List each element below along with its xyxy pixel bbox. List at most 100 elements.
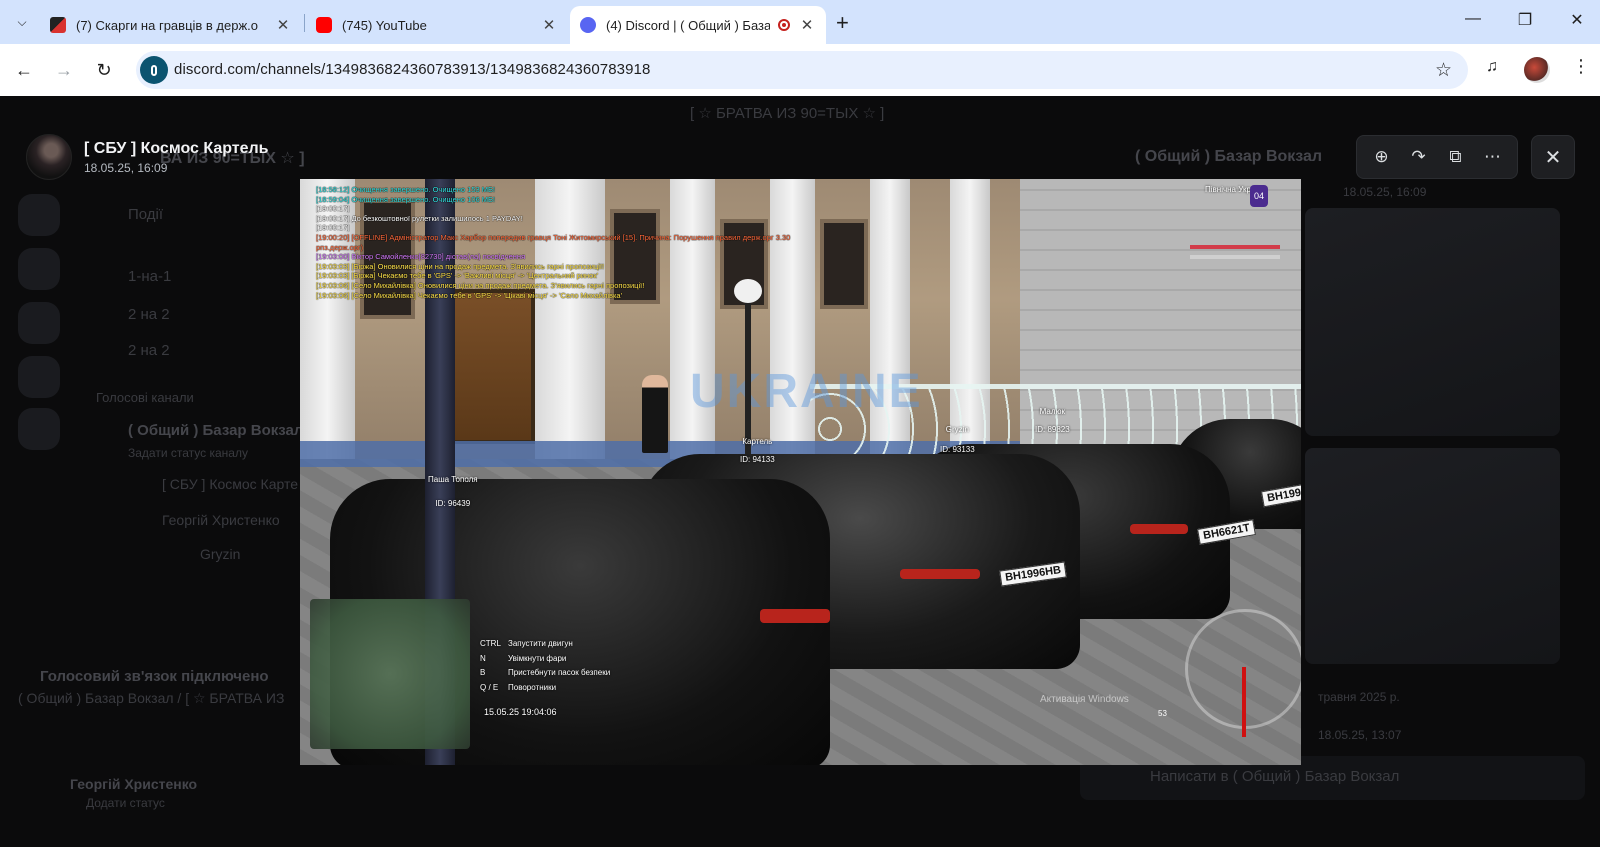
chat-line: [19:03:03] [Біржа] Чекаємо тебе в 'GPS' …	[316, 271, 599, 281]
bookmark-star-icon[interactable]: ☆	[1435, 59, 1452, 82]
channel-item[interactable]: 1-на-1	[128, 268, 171, 285]
player-name: Малюк	[1039, 407, 1066, 416]
site-info-button[interactable]	[140, 56, 168, 84]
scene-taillight	[1130, 524, 1188, 534]
player-id: ID: 93133	[940, 445, 975, 454]
forward-button[interactable]: →	[50, 56, 78, 84]
player-name: Gryzin	[945, 425, 969, 434]
speedometer-needle	[1242, 667, 1246, 737]
player-id: ID: 96439	[435, 499, 471, 508]
recording-icon	[778, 19, 790, 31]
close-window-button[interactable]: ✕	[1557, 10, 1597, 30]
guild-icon[interactable]	[18, 248, 60, 290]
scene-person	[642, 375, 668, 453]
tab-youtube[interactable]: (745) YouTube ✕	[306, 6, 568, 44]
author-avatar[interactable]	[26, 134, 72, 180]
author-timestamp: 18.05.25, 16:09	[84, 160, 168, 175]
chat-line: [19:03:06] [Село Михайлівка] Чекаємо теб…	[316, 290, 623, 300]
player-tag: Gryzin ID: 93133	[940, 425, 975, 455]
lightbox-toolbar: ⊕ ↷ ⧉ ⋯	[1356, 135, 1518, 179]
voice-status[interactable]: Задати статус каналу	[128, 446, 248, 460]
guild-icon[interactable]	[18, 356, 60, 398]
scene-door	[450, 289, 535, 444]
restore-button[interactable]: ❐	[1505, 10, 1545, 30]
chat-line: [19:00:17] До безкоштовної рулетки залиш…	[316, 213, 523, 223]
tab-title: (7) Скарги на гравців в держ.о	[76, 17, 259, 33]
close-tab-icon[interactable]: ✕	[798, 16, 816, 34]
channel-item[interactable]: Події	[128, 206, 163, 223]
address-bar[interactable]: discord.com/channels/1349836824360783913…	[136, 51, 1468, 89]
control-hints: CTRL Запустити двигун N Увімкнути фари B Пр…	[480, 639, 611, 692]
guild-icon[interactable]	[18, 194, 60, 236]
author-name[interactable]: [ СБУ ] Космос Картель	[84, 140, 269, 158]
voice-location: ( Общий ) Базар Вокзал / [ ☆ БРАТВА ИЗ	[18, 690, 285, 706]
lightbox-author: [ СБУ ] Космос Картель 18.05.25, 16:09	[26, 134, 269, 180]
channel-item[interactable]: 2 на 2	[128, 342, 170, 359]
game-chat-log: [18:58:12] Очищення завершено. Очищено 1…	[316, 185, 790, 300]
chat-line: [18:59:04] Очищення завершено. Очищено 1…	[316, 194, 496, 204]
composer-placeholder: Написати в ( Общий ) Базар Вокзал	[1150, 768, 1400, 785]
forward-share-icon[interactable]: ↷	[1404, 147, 1434, 167]
reload-icon: ↻	[96, 59, 112, 80]
media-control-icon[interactable]: ♫	[1486, 58, 1498, 76]
chat-line: [19:00:17]	[316, 204, 350, 214]
voice-connected-label: Голосовий зв'язок підключено	[40, 668, 269, 685]
close-tab-icon[interactable]: ✕	[540, 16, 558, 34]
profile-avatar[interactable]	[1524, 57, 1550, 83]
new-tab-button[interactable]: +	[836, 10, 849, 36]
user-status[interactable]: Додати статус	[86, 796, 165, 810]
microphone-icon	[151, 64, 157, 76]
scene-window	[820, 219, 868, 309]
close-lightbox-button[interactable]: ✕	[1531, 135, 1575, 179]
youtube-favicon-icon	[316, 17, 332, 33]
level-badge: 04	[1250, 185, 1268, 207]
close-icon: ✕	[1544, 146, 1562, 169]
screenshot-image[interactable]: UKRAINE ВН1996НВ ВН6621Т ВН1992 Паша Топ…	[300, 179, 1301, 765]
speed-value: 53	[1158, 709, 1167, 718]
voice-member[interactable]: [ СБУ ] Космос Карте	[162, 476, 298, 492]
url-text: discord.com/channels/1349836824360783913…	[174, 61, 651, 78]
voice-channel[interactable]: ( Общий ) Базар Вокзал	[128, 422, 303, 439]
user-name: Георгій Христенко	[70, 776, 198, 792]
close-tab-icon[interactable]: ✕	[274, 16, 292, 34]
more-options-icon[interactable]: ⋯	[1478, 147, 1508, 167]
tab-complaints[interactable]: (7) Скарги на гравців в держ.о ✕	[40, 6, 302, 44]
server-title: [ ☆ БРАТВА ИЗ 90=ТЫХ ☆ ]	[690, 105, 885, 122]
minimize-button[interactable]: —	[1453, 10, 1493, 28]
armor-bar	[1190, 255, 1280, 259]
chevron-down-icon: ⌵	[17, 14, 27, 29]
back-button[interactable]: ←	[10, 56, 38, 84]
player-id: ID: 94133	[740, 455, 775, 464]
tab-discord[interactable]: (4) Discord | ( Общий ) База ✕	[570, 6, 826, 44]
tab-search-button[interactable]: ⌵	[8, 8, 36, 36]
message-image[interactable]	[1305, 208, 1560, 436]
date-divider: травня 2025 р.	[1318, 690, 1400, 704]
scene-taillight	[760, 609, 830, 623]
player-id: ID: 89823	[1035, 425, 1070, 434]
health-bar	[1190, 245, 1280, 249]
player-name: Паша Тополя	[428, 475, 478, 484]
voice-section-label: Голосові канали	[96, 390, 194, 405]
reload-button[interactable]: ↻	[90, 56, 118, 84]
discord-favicon-icon	[580, 17, 596, 33]
channel-item[interactable]: 2 на 2	[128, 306, 170, 323]
message-image[interactable]	[1305, 448, 1560, 664]
zoom-in-icon[interactable]: ⊕	[1367, 147, 1397, 167]
open-external-icon[interactable]: ⧉	[1441, 147, 1471, 167]
voice-member[interactable]: Gryzin	[200, 546, 240, 562]
tab-divider	[304, 14, 305, 32]
game-timestamp: 15.05.25 19:04:06	[484, 707, 557, 717]
game-logo-watermark: UKRAINE	[690, 365, 923, 418]
guild-icon[interactable]	[18, 408, 60, 450]
forum-favicon-icon	[50, 17, 66, 33]
chat-line: [19:03:06] [Село Михайлівка] Оновилися ц…	[316, 280, 645, 290]
game-minimap	[310, 599, 470, 749]
scene-taillight	[900, 569, 980, 579]
voice-member[interactable]: Георгій Христенко	[162, 512, 280, 528]
guild-icon[interactable]	[18, 302, 60, 344]
browser-menu-icon[interactable]: ⋮	[1572, 56, 1590, 77]
tab-title: (4) Discord | ( Общий ) База	[606, 17, 770, 33]
arrow-right-icon: →	[55, 59, 73, 80]
chat-line: [19:00:20] [OFFLINE] Адміністратор Макс …	[316, 232, 791, 242]
chat-line: [18:58:12] Очищення завершено. Очищено 1…	[316, 185, 496, 194]
